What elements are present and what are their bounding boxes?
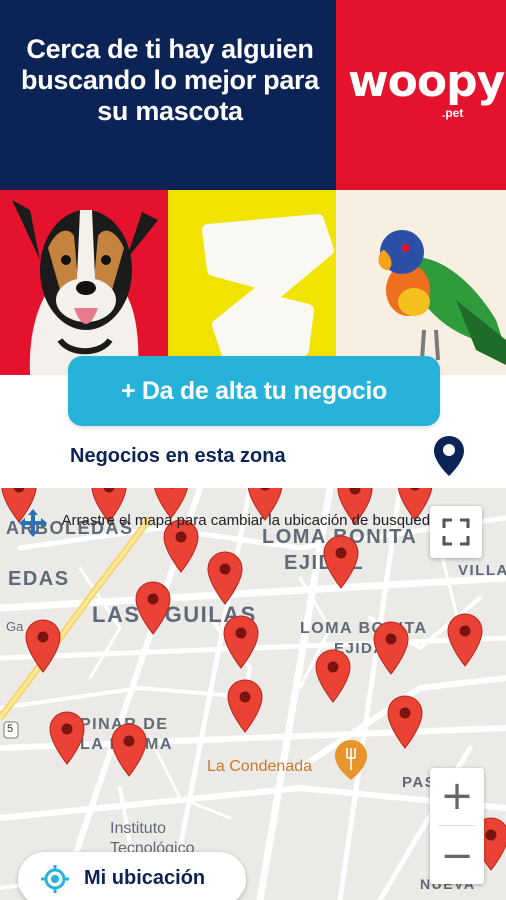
promo-banner: Cerca de ti hay alguien buscando lo mejo… bbox=[0, 0, 506, 375]
fullscreen-icon bbox=[442, 518, 470, 546]
fullscreen-button[interactable] bbox=[430, 506, 482, 558]
parrot-image bbox=[378, 230, 506, 365]
brand-z-shape bbox=[202, 214, 334, 361]
woopy-logo: woopy .pet bbox=[344, 56, 505, 126]
move-arrows-icon bbox=[19, 509, 47, 537]
business-map[interactable]: ARBOLEDAS LOMA BONITA EJIDAL EDAS VILLA … bbox=[0, 488, 506, 900]
zoom-in-button[interactable]: + bbox=[430, 768, 484, 824]
drag-hint-text: Arrastre el mapa para cambiar la ubicaci… bbox=[61, 512, 439, 529]
banner-headline: Cerca de ti hay alguien buscando lo mejo… bbox=[21, 34, 319, 126]
map-label-instituto: Instituto bbox=[110, 820, 167, 837]
map-label-edas: EDAS bbox=[8, 568, 70, 590]
business-marker[interactable] bbox=[314, 648, 352, 704]
dog-image bbox=[12, 200, 158, 375]
business-marker[interactable] bbox=[24, 618, 62, 674]
map-label-villa: VILLA bbox=[458, 562, 506, 579]
business-marker[interactable] bbox=[226, 678, 264, 734]
business-marker[interactable] bbox=[48, 710, 86, 766]
zoom-controls: + − bbox=[430, 768, 484, 884]
crosshair-icon bbox=[41, 865, 69, 893]
my-location-button[interactable]: Mi ubicación bbox=[18, 852, 246, 900]
location-pin-icon[interactable] bbox=[432, 434, 466, 478]
map-route-number: 5 bbox=[7, 723, 14, 735]
map-label-ga: Ga bbox=[6, 619, 24, 634]
register-business-button[interactable]: + Da de alta tu negocio bbox=[68, 356, 440, 426]
my-location-label: Mi ubicación bbox=[84, 867, 206, 889]
business-marker[interactable] bbox=[134, 580, 172, 636]
logo-domain: .pet bbox=[442, 106, 464, 120]
business-marker[interactable] bbox=[372, 620, 410, 676]
business-marker[interactable] bbox=[386, 694, 424, 750]
section-title: Negocios en esta zona bbox=[70, 445, 286, 467]
map-poi-la-condenada[interactable]: La Condenada bbox=[207, 758, 312, 776]
drag-hint: Arrastre el mapa para cambiar la ubicaci… bbox=[10, 506, 438, 556]
business-marker[interactable] bbox=[206, 550, 244, 606]
business-marker[interactable] bbox=[222, 614, 260, 670]
business-marker[interactable] bbox=[446, 612, 484, 668]
business-marker[interactable] bbox=[110, 722, 148, 778]
zoom-out-button[interactable]: − bbox=[430, 828, 484, 884]
zoom-divider bbox=[438, 825, 476, 826]
logo-wordmark: woopy bbox=[348, 56, 505, 107]
